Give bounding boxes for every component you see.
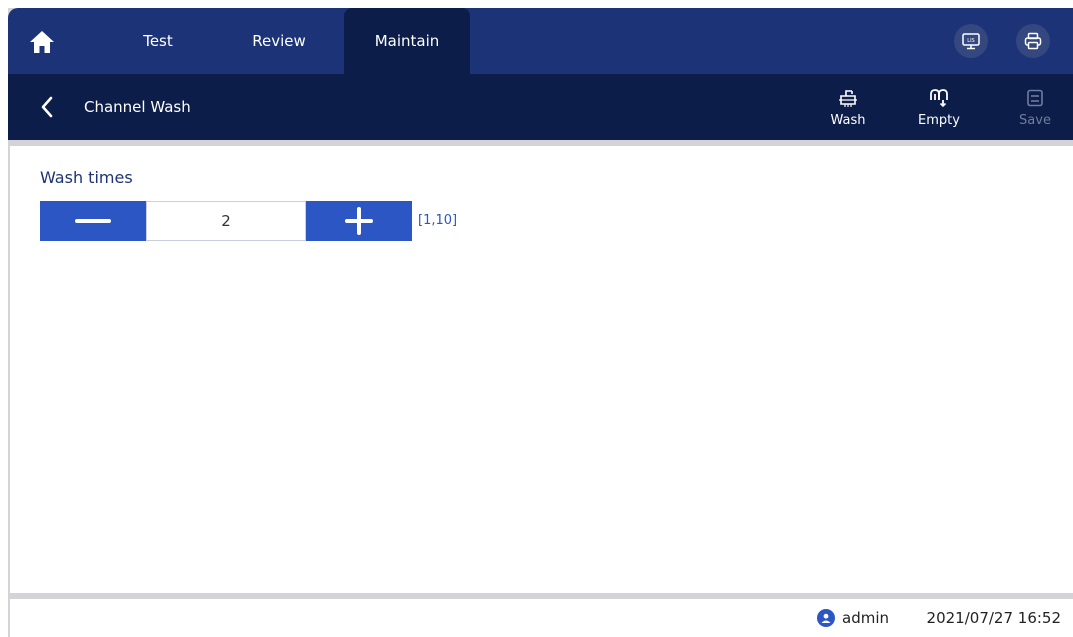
tab-review[interactable]: Review bbox=[236, 8, 322, 74]
empty-icon bbox=[930, 89, 948, 108]
wash-icon bbox=[839, 90, 857, 107]
wash-button[interactable]: Wash bbox=[820, 88, 876, 128]
printer-icon[interactable] bbox=[1016, 24, 1050, 58]
decrement-button[interactable] bbox=[40, 201, 146, 241]
wash-times-input[interactable] bbox=[146, 201, 306, 241]
chevron-left-icon[interactable] bbox=[36, 94, 60, 120]
wash-times-label: Wash times bbox=[40, 168, 133, 187]
increment-button[interactable] bbox=[306, 201, 412, 241]
lis-monitor-icon[interactable]: LIS bbox=[954, 24, 988, 58]
lis-label: LIS bbox=[967, 38, 974, 44]
plus-icon bbox=[345, 207, 373, 235]
wash-label: Wash bbox=[830, 113, 866, 128]
minus-icon bbox=[75, 219, 111, 223]
current-user: admin bbox=[817, 599, 889, 637]
tab-test[interactable]: Test bbox=[118, 8, 198, 74]
empty-label: Empty bbox=[918, 113, 960, 128]
save-label: Save bbox=[1019, 113, 1051, 128]
status-bar: admin 2021/07/27 16:52 bbox=[10, 599, 1073, 637]
tab-maintain[interactable]: Maintain bbox=[344, 8, 470, 74]
range-hint: [1,10] bbox=[418, 213, 458, 228]
datetime: 2021/07/27 16:52 bbox=[926, 609, 1061, 627]
home-icon[interactable] bbox=[28, 28, 56, 56]
page-title: Channel Wash bbox=[84, 98, 191, 116]
save-icon bbox=[1027, 89, 1043, 107]
page-header: Channel Wash Wash Empty Save bbox=[8, 74, 1073, 140]
save-button[interactable]: Save bbox=[1007, 88, 1063, 128]
user-icon bbox=[817, 609, 835, 627]
empty-button[interactable]: Empty bbox=[911, 88, 967, 128]
wash-times-stepper bbox=[40, 201, 412, 241]
main-panel: Wash times [1,10] bbox=[10, 146, 1073, 593]
top-nav: Test Review Maintain LIS bbox=[8, 8, 1073, 74]
username: admin bbox=[842, 609, 889, 627]
